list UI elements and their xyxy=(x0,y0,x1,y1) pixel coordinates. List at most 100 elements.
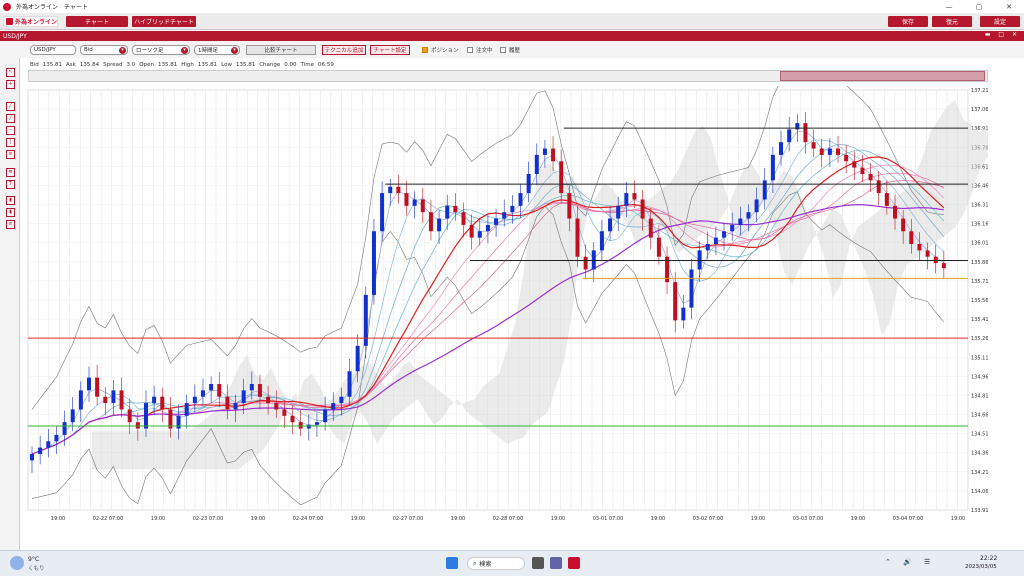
candle-body xyxy=(323,409,328,423)
chart-settings-button[interactable]: チャート設定 xyxy=(370,45,410,55)
ask-label: Ask xyxy=(66,62,76,68)
candle-body xyxy=(249,384,254,391)
candle-body xyxy=(754,199,759,213)
add-technical-button[interactable]: テクニカル追加 xyxy=(322,45,366,55)
taskbar-search[interactable]: ⌕ 検索 xyxy=(467,557,525,570)
candle-body xyxy=(624,193,629,206)
candle-body xyxy=(111,390,116,404)
candle-body xyxy=(632,193,637,200)
candle-body xyxy=(901,218,906,232)
candle-body xyxy=(787,129,792,143)
x-tick-label: 19:00 xyxy=(351,516,365,522)
minimize-button[interactable]: — xyxy=(934,0,964,13)
save-button[interactable]: 保存 xyxy=(888,16,928,27)
candle-body xyxy=(420,199,425,213)
x-tick-label: 19:00 xyxy=(551,516,565,522)
candle-body xyxy=(575,218,580,257)
candle-body xyxy=(477,231,482,238)
x-tick-label: 19:00 xyxy=(451,516,465,522)
weather-desc: くもり xyxy=(28,566,45,572)
hybrid-chart-menu-button[interactable]: ハイブリッドチャート xyxy=(132,16,196,27)
gaitame-app-icon[interactable] xyxy=(568,557,580,569)
x-tick-label: 19:00 xyxy=(951,516,965,522)
candle-body xyxy=(933,256,938,264)
trendline-tool-icon[interactable]: ╱ xyxy=(6,102,15,111)
crosshair-tool-icon[interactable]: + xyxy=(6,80,15,89)
price-type-select[interactable]: Bid ▾ xyxy=(80,45,128,55)
system-tray-icons[interactable]: ⌃ 🔊 ☰ xyxy=(885,558,935,566)
window-controls: — ▢ ✕ xyxy=(934,0,1024,13)
horizontal-line-tool-icon[interactable]: ─ xyxy=(6,126,15,135)
clock-time: 22:22 xyxy=(980,555,998,562)
candle-body xyxy=(705,244,710,251)
chart-type-select[interactable]: ローソク足 ▾ xyxy=(132,45,190,55)
delete-all-tool-icon[interactable]: ▮ xyxy=(6,208,15,217)
brand-logo: 外為オンライン xyxy=(3,16,58,27)
candle-body xyxy=(673,282,678,321)
x-tick-label: 03-03 07:00 xyxy=(793,516,824,522)
candle-body xyxy=(428,212,433,232)
y-tick-label: 135.26 xyxy=(971,336,988,342)
candle-body xyxy=(884,193,889,206)
position-checkbox[interactable] xyxy=(422,47,428,53)
candle-body xyxy=(54,434,59,442)
candle-body xyxy=(127,409,132,423)
scrollbar-thumb[interactable] xyxy=(780,71,985,81)
cursor-tool-icon[interactable]: ↖ xyxy=(6,68,15,77)
fibonacci-tool-icon[interactable]: ≣ xyxy=(6,168,15,177)
app-logo-icon xyxy=(3,2,11,11)
price-chart[interactable]: 137.21137.06136.91136.76136.61136.46136.… xyxy=(20,53,1004,526)
ordering-checkbox[interactable] xyxy=(467,47,473,53)
x-tick-label: 19:00 xyxy=(751,516,765,522)
delete-tool-icon[interactable]: ▮ xyxy=(6,196,15,205)
ray-tool-icon[interactable]: ╱ xyxy=(6,114,15,123)
chat-icon[interactable] xyxy=(550,557,562,569)
candle-body xyxy=(200,390,205,397)
candle-body xyxy=(681,307,686,321)
pair-select[interactable]: USD/JPY xyxy=(30,45,76,55)
channel-tool-icon[interactable]: ≡ xyxy=(6,150,15,159)
chevron-down-icon: ▾ xyxy=(231,47,238,54)
task-view-icon[interactable] xyxy=(532,557,544,569)
candle-body xyxy=(209,384,214,391)
x-tick-label: 19:00 xyxy=(851,516,865,522)
spread-value: 3.0 xyxy=(126,62,136,68)
candle-body xyxy=(746,212,751,219)
candle-body xyxy=(868,174,873,181)
candle-body xyxy=(445,205,450,219)
candle-body xyxy=(697,250,702,270)
close-button[interactable]: ✕ xyxy=(994,0,1024,13)
candle-body xyxy=(534,154,539,174)
candle-body xyxy=(616,205,621,219)
open-value: 135.81 xyxy=(157,62,178,68)
restore-button[interactable]: 復元 xyxy=(932,16,972,27)
high-label: High xyxy=(181,62,194,68)
chart-menu-button[interactable]: チャート xyxy=(66,16,128,27)
timeframe-select[interactable]: 1時間足 ▾ xyxy=(194,45,240,55)
text-tool-icon[interactable]: T xyxy=(6,180,15,189)
candle-body xyxy=(266,396,271,404)
candle-body xyxy=(827,148,832,155)
list-tool-icon[interactable]: ≡ xyxy=(6,220,15,229)
weather-temp: 9°C xyxy=(28,556,40,563)
panel-controls[interactable]: ▬ □ ✕ xyxy=(985,31,1020,38)
candle-body xyxy=(738,218,743,225)
candle-body xyxy=(217,384,222,397)
low-label: Low xyxy=(221,62,232,68)
candle-body xyxy=(526,174,531,194)
maximize-button[interactable]: ▢ xyxy=(964,0,994,13)
chart-svg[interactable]: 137.21137.06136.91136.76136.61136.46136.… xyxy=(20,53,1004,526)
compare-chart-button[interactable]: 比較チャート xyxy=(246,45,316,55)
vertical-line-tool-icon[interactable]: │ xyxy=(6,138,15,147)
chart-scrollbar[interactable] xyxy=(28,70,988,82)
start-icon[interactable] xyxy=(446,557,458,569)
candle-body xyxy=(469,224,474,238)
settings-button[interactable]: 設定 xyxy=(980,16,1020,27)
brand-mark-icon xyxy=(6,18,13,25)
candle-body xyxy=(274,403,279,410)
y-tick-label: 134.21 xyxy=(971,470,988,476)
candle-body xyxy=(722,231,727,238)
candle-body xyxy=(689,269,694,308)
time-value: 06:59 xyxy=(317,62,334,68)
history-checkbox[interactable] xyxy=(500,47,506,53)
